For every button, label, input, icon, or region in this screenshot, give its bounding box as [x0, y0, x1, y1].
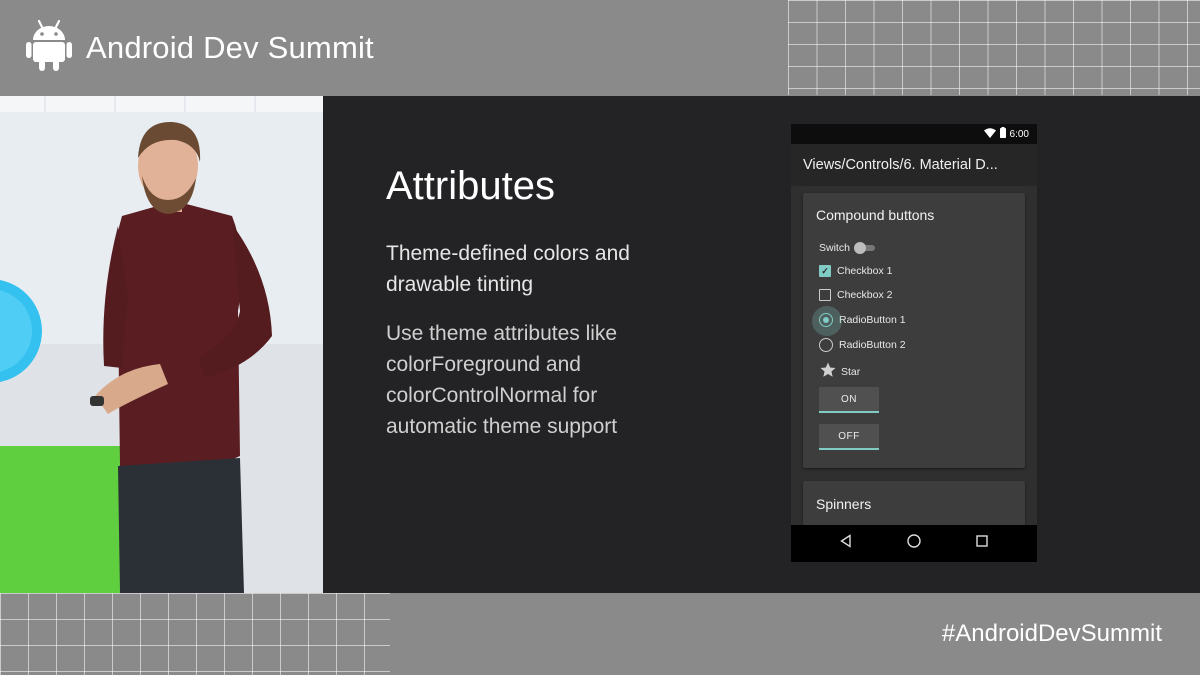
compound-buttons-title: Compound buttons — [816, 207, 935, 223]
event-hashtag: #AndroidDevSummit — [941, 620, 1162, 647]
phone-screenshot: 6:00 Views/Controls/6. Material D... Com… — [791, 124, 1037, 562]
slide: Attributes Theme-defined colors and draw… — [323, 96, 1200, 593]
recents-icon[interactable] — [975, 534, 989, 553]
wifi-icon — [983, 127, 996, 141]
radio-button-2-label: RadioButton 2 — [839, 339, 906, 351]
checkbox-2[interactable]: Checkbox 2 — [819, 289, 892, 301]
switch-toggle[interactable] — [853, 242, 878, 254]
radio-button-1[interactable]: RadioButton 1 — [812, 306, 906, 336]
slide-subtitle: Theme-defined colors and drawable tintin… — [386, 242, 630, 296]
grid-decoration-top — [788, 0, 1200, 95]
switch-control[interactable]: Switch — [819, 242, 878, 254]
star-label: Star — [841, 365, 861, 378]
toggle-off-button[interactable]: OFF — [819, 424, 879, 450]
brand-title: Android Dev Summit — [86, 29, 374, 65]
checkbox-checked-icon[interactable]: ✓ — [819, 265, 831, 277]
app-bar-title: Views/Controls/6. Material D... — [791, 144, 1037, 186]
home-icon[interactable] — [906, 533, 922, 554]
speaker-video — [0, 96, 323, 593]
radio-checked-icon[interactable] — [812, 306, 842, 336]
star-control[interactable]: Star — [819, 361, 860, 382]
checkbox-1[interactable]: ✓ Checkbox 1 — [819, 265, 892, 277]
radio-unchecked-icon[interactable] — [819, 338, 833, 352]
brand-header: Android Dev Summit — [26, 18, 374, 77]
checkbox-1-label: Checkbox 1 — [837, 265, 893, 277]
speaker-video-image — [0, 96, 323, 593]
radio-button-2[interactable]: RadioButton 2 — [819, 338, 906, 352]
toggle-on-button[interactable]: ON — [819, 387, 879, 413]
star-icon[interactable] — [819, 361, 837, 382]
status-time: 6:00 — [1009, 128, 1029, 140]
radio-button-1-label: RadioButton 1 — [839, 314, 906, 326]
spinners-title: Spinners — [816, 496, 872, 512]
switch-label: Switch — [819, 242, 850, 254]
compound-buttons-card: Compound buttons Switch ✓ Checkbox 1 Che… — [803, 193, 1025, 468]
checkbox-unchecked-icon[interactable] — [819, 289, 831, 301]
checkbox-2-label: Checkbox 2 — [837, 289, 893, 301]
battery-icon — [999, 127, 1006, 141]
grid-decoration-bottom — [0, 593, 390, 675]
android-robot-icon — [26, 18, 72, 77]
navigation-bar — [791, 525, 1037, 562]
slide-title: Attributes — [386, 164, 555, 208]
slide-body: Use theme attributes like colorForegroun… — [386, 322, 618, 438]
back-icon[interactable] — [839, 534, 853, 553]
status-bar: 6:00 — [791, 124, 1037, 144]
